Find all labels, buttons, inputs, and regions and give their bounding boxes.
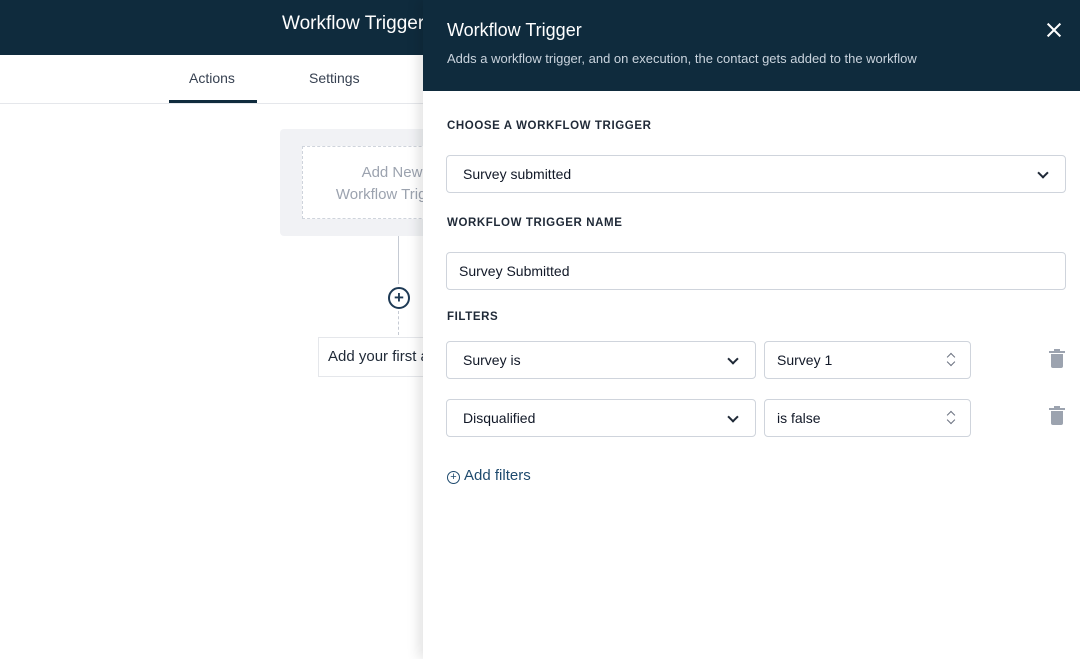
- chevron-down-icon: [1037, 167, 1049, 179]
- workflow-trigger-drawer: Workflow Trigger Adds a workflow trigger…: [423, 0, 1080, 659]
- updown-arrows-icon: [946, 352, 956, 368]
- filters-label: FILTERS: [447, 311, 499, 323]
- active-tab-indicator: [169, 100, 257, 103]
- filter-field-value: Survey is: [463, 352, 521, 368]
- connector-line: [398, 236, 399, 284]
- chevron-down-icon: [727, 411, 739, 423]
- add-first-action-button[interactable]: Add your first action: [318, 337, 438, 377]
- tab-actions[interactable]: Actions: [189, 70, 235, 86]
- filter-value-text: is false: [777, 410, 821, 426]
- dashed-connector: [398, 311, 399, 335]
- updown-arrows-icon: [946, 410, 956, 426]
- plus-circle-icon: +: [447, 471, 460, 484]
- drawer-header: Workflow Trigger Adds a workflow trigger…: [423, 0, 1080, 91]
- filter-field-value: Disqualified: [463, 410, 536, 426]
- filter-field-select[interactable]: Disqualified: [446, 399, 756, 437]
- drawer-subtitle: Adds a workflow trigger, and on executio…: [447, 51, 917, 66]
- filter-value-select[interactable]: is false: [764, 399, 971, 437]
- filter-field-select[interactable]: Survey is: [446, 341, 756, 379]
- trigger-select-value: Survey submitted: [463, 166, 572, 182]
- drawer-title: Workflow Trigger: [447, 20, 582, 40]
- close-icon[interactable]: [1043, 19, 1065, 41]
- add-filters-button[interactable]: + Add filters: [447, 467, 531, 484]
- trash-icon[interactable]: [1049, 406, 1065, 425]
- chevron-down-icon: [727, 353, 739, 365]
- trigger-name-input[interactable]: Survey Submitted: [446, 252, 1066, 290]
- page-title: Workflow Trigger: [282, 13, 425, 34]
- choose-trigger-label: CHOOSE A WORKFLOW TRIGGER: [447, 120, 652, 132]
- trigger-name-label: WORKFLOW TRIGGER NAME: [447, 217, 623, 229]
- tab-settings[interactable]: Settings: [309, 70, 360, 86]
- trigger-select[interactable]: Survey submitted: [446, 155, 1066, 193]
- filter-value-select[interactable]: Survey 1: [764, 341, 971, 379]
- filter-value-text: Survey 1: [777, 352, 833, 368]
- add-filters-label: Add filters: [464, 467, 531, 484]
- trash-icon[interactable]: [1049, 349, 1065, 368]
- add-step-icon[interactable]: +: [388, 287, 410, 309]
